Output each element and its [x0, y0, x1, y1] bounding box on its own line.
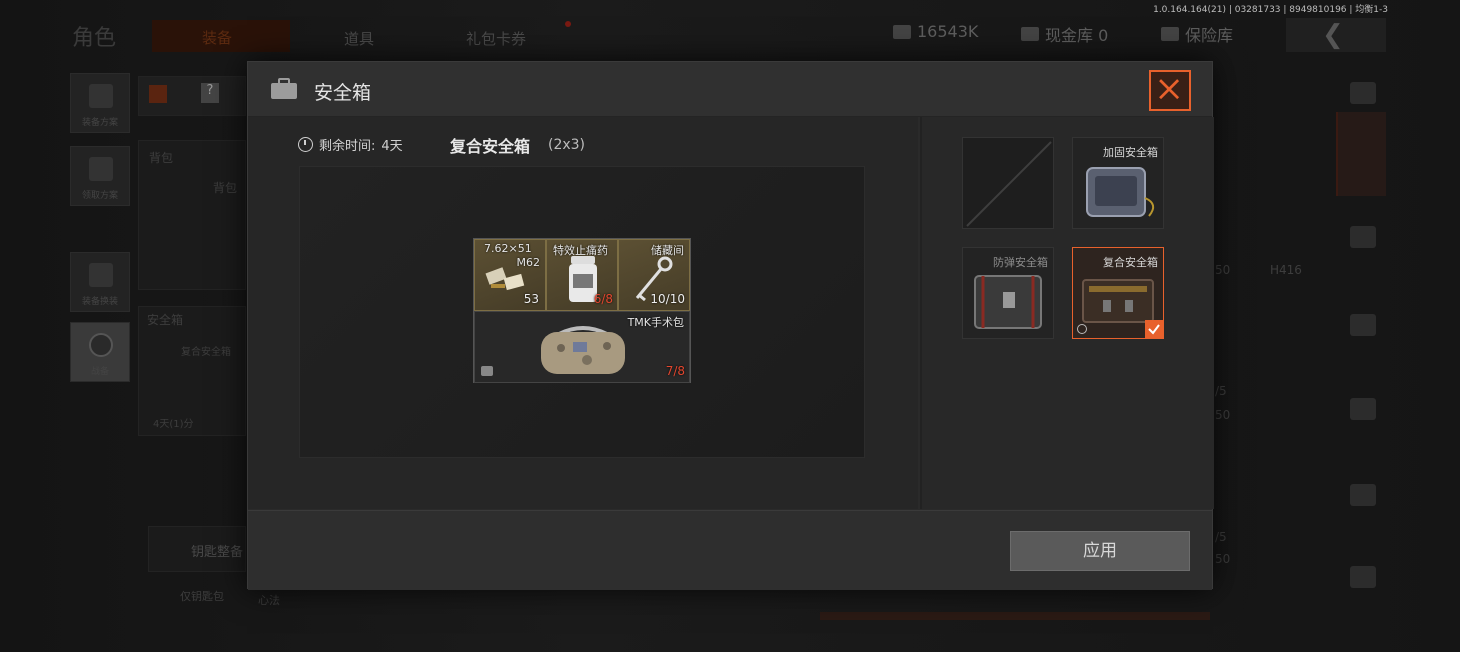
currency-amount: 16543K	[917, 22, 979, 41]
safebox-timer: 4天(1)分	[153, 419, 194, 430]
case-name: 复合安全箱	[450, 137, 531, 156]
safebox-label: 安全箱	[147, 313, 184, 327]
tab-equipment[interactable]: 装备	[152, 20, 290, 52]
case-tile-reinforced[interactable]: 加固安全箱	[1072, 137, 1164, 229]
item-storage-key[interactable]: 储藏间 10/10	[618, 239, 690, 311]
case-size: (2x3)	[548, 137, 586, 153]
weapon-preview	[820, 612, 1210, 620]
side-button-loadout[interactable]: 装备方案	[70, 73, 130, 133]
backpack-sub-label: 背包	[213, 181, 238, 195]
key-prep-panel[interactable]: 钥匙整备	[148, 526, 246, 572]
reinforced-case-icon	[1086, 167, 1155, 217]
checkmark-icon	[1145, 320, 1163, 338]
item-count: 7/8	[665, 364, 685, 378]
armor-icon[interactable]	[1350, 484, 1376, 506]
item-surgery-kit[interactable]: TMK手术包 7/8	[474, 311, 690, 383]
item-ammo[interactable]: 7.62×51 M62 53	[474, 239, 546, 311]
side-button-label: 战备	[90, 367, 109, 377]
empty-slot-icon	[966, 141, 1052, 227]
insurance-vault-button[interactable]: 保险库	[1161, 22, 1233, 46]
download-icon	[89, 157, 113, 181]
surgery-kit-icon	[541, 326, 625, 374]
case-selection-area: 加固安全箱 防弹安全箱 复合安全箱	[920, 117, 1214, 509]
misc-label: 心法	[258, 594, 280, 607]
safebox-dialog: 安全箱 加固安全箱 防弹安全箱 复合安全箱 剩余时间: 4天 复合安全箱 (2x…	[247, 61, 1214, 590]
remaining-time-value: 4天	[381, 139, 403, 154]
briefcase-icon	[271, 78, 297, 99]
item-count: 10/10	[650, 292, 685, 306]
close-button[interactable]	[1149, 70, 1191, 111]
notification-dot	[565, 21, 571, 27]
stat-label: 50	[1215, 552, 1231, 566]
remaining-time: 剩余时间: 4天	[298, 135, 403, 154]
side-button-label: 领取方案	[81, 191, 118, 201]
cash-vault-button[interactable]: 现金库 0	[1021, 22, 1108, 46]
side-button-outfit[interactable]: 装备换装	[70, 252, 130, 312]
item-count: 6/8	[593, 292, 613, 306]
misc-label: 仅钥匙包	[180, 590, 224, 603]
rail-selected-slot[interactable]	[1336, 112, 1386, 196]
safebox-item-name: 复合安全箱	[181, 347, 231, 358]
clock-icon	[298, 137, 313, 152]
vault-icon	[1021, 27, 1039, 41]
loadout-icon	[89, 84, 113, 108]
knife-icon[interactable]	[1350, 398, 1376, 420]
cash-vault-label: 现金库 0	[1045, 26, 1109, 45]
stat-label: 50	[1215, 263, 1231, 277]
apply-button[interactable]: 应用	[1010, 531, 1190, 571]
stat-label: /5	[1215, 384, 1227, 398]
lightning-icon	[89, 333, 113, 357]
layers-icon[interactable]	[1350, 82, 1376, 104]
safebox-panel[interactable]: 安全箱 复合安全箱 4天(1)分	[138, 306, 246, 436]
side-button-readiness[interactable]: 战备	[70, 322, 130, 382]
dialog-header: 安全箱	[248, 62, 1212, 117]
tab-items[interactable]: 道具	[344, 28, 374, 49]
helmet-icon[interactable]	[1350, 226, 1376, 248]
stat-label: /5	[1215, 530, 1227, 544]
back-button[interactable]: ❮	[1286, 18, 1386, 52]
backpack-label: 背包	[149, 151, 174, 165]
case-tile-empty[interactable]	[962, 137, 1054, 229]
currency-display: 16543K	[893, 22, 978, 41]
page-title: 角色	[72, 26, 117, 51]
rank-icon	[149, 85, 167, 103]
tab-equipment-label: 装备	[202, 29, 233, 47]
item-painkiller[interactable]: 特效止痛药 6/8	[546, 239, 618, 311]
timer-icon	[1077, 324, 1087, 334]
stat-label: 50	[1215, 408, 1231, 422]
version-text: 1.0.164.164(21) | 03281733 | 8949810196 …	[1153, 5, 1388, 15]
case-tile-bulletproof[interactable]: 防弹安全箱	[962, 247, 1054, 339]
close-icon	[1159, 79, 1180, 100]
key-prep-label: 钥匙整备	[191, 545, 244, 560]
rifle-icon[interactable]	[1350, 314, 1376, 336]
chevron-left-icon: ❮	[1322, 20, 1344, 50]
case-tile-composite[interactable]: 复合安全箱	[1072, 247, 1164, 339]
currency-icon	[893, 24, 911, 39]
character-header: ?	[138, 76, 246, 116]
character-icon	[89, 263, 113, 287]
side-button-claim[interactable]: 领取方案	[70, 146, 130, 206]
backpack-panel: 背包 背包	[138, 140, 246, 290]
remaining-time-label: 剩余时间:	[319, 139, 376, 154]
dialog-footer: 应用	[248, 510, 1212, 590]
insurance-vault-label: 保险库	[1185, 26, 1234, 45]
dialog-title: 安全箱	[314, 82, 372, 104]
weapon-name: H416	[1270, 263, 1302, 277]
tab-gift-cards[interactable]: 礼包卡券	[466, 28, 526, 49]
insurance-icon	[1161, 27, 1179, 41]
item-count: 53	[523, 292, 539, 306]
item-type-icon	[481, 366, 493, 376]
pistol-icon[interactable]	[1350, 566, 1376, 588]
help-icon[interactable]: ?	[201, 83, 219, 103]
case-item-grid: 7.62×51 M62 53 特效止痛药 6/8 储藏间 10/10 TMK手术…	[473, 238, 691, 383]
bulletproof-case-icon	[974, 275, 1042, 329]
side-button-label: 装备换装	[81, 297, 118, 307]
side-button-label: 装备方案	[81, 118, 118, 128]
